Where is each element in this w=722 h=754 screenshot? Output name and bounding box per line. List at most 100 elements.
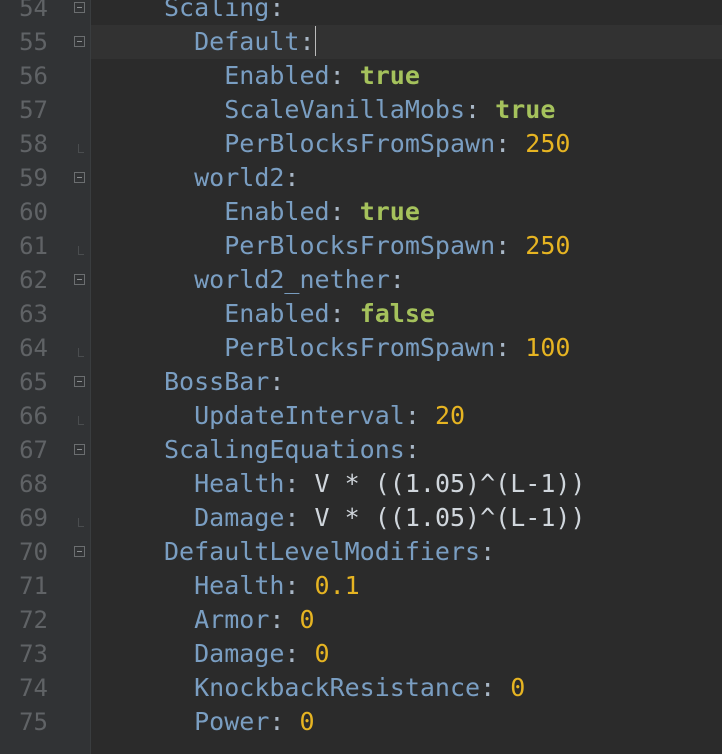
line-number: 66 xyxy=(19,402,48,430)
fold-end-icon xyxy=(78,246,84,255)
yaml-key: ScalingEquations xyxy=(164,435,405,464)
fold-toggle-icon[interactable] xyxy=(74,274,85,285)
code-line[interactable]: 74 KnockbackResistance: 0 xyxy=(0,671,722,705)
code-line[interactable]: 62 world2_nether: xyxy=(0,263,722,297)
colon: : xyxy=(269,605,285,634)
code-text[interactable]: Enabled: true xyxy=(91,59,722,93)
line-number: 54 xyxy=(19,0,48,22)
code-line[interactable]: 65 BossBar: xyxy=(0,365,722,399)
fold-toggle-icon[interactable] xyxy=(74,376,85,387)
code-line[interactable]: 72 Armor: 0 xyxy=(0,603,722,637)
fold-toggle-icon[interactable] xyxy=(74,546,85,557)
code-text[interactable]: Enabled: true xyxy=(91,195,722,229)
colon: : xyxy=(284,503,300,532)
fold-toggle-icon[interactable] xyxy=(74,36,85,47)
fold-end-icon xyxy=(78,144,84,153)
code-line[interactable]: 60 Enabled: true xyxy=(0,195,722,229)
line-number: 62 xyxy=(19,266,48,294)
code-text[interactable]: Damage: V * ((1.05)^(L-1)) xyxy=(91,501,722,535)
code-text[interactable]: UpdateInterval: 20 xyxy=(91,399,722,433)
code-line[interactable]: 73 Damage: 0 xyxy=(0,637,722,671)
colon: : xyxy=(329,299,345,328)
fold-toggle-icon[interactable] xyxy=(74,444,85,455)
code-line[interactable]: 63 Enabled: false xyxy=(0,297,722,331)
line-number: 55 xyxy=(19,28,48,56)
fold-toggle-icon[interactable] xyxy=(74,172,85,183)
yaml-value: V * ((1.05)^(L-1)) xyxy=(314,503,586,532)
yaml-value: 100 xyxy=(525,333,571,362)
code-line[interactable]: 71 Health: 0.1 xyxy=(0,569,722,603)
colon: : xyxy=(389,265,405,294)
code-text[interactable]: Power: 0 xyxy=(91,705,722,739)
code-line[interactable]: 69 Damage: V * ((1.05)^(L-1)) xyxy=(0,501,722,535)
yaml-key: Damage xyxy=(194,639,285,668)
code-line[interactable]: 59 world2: xyxy=(0,161,722,195)
colon: : xyxy=(404,401,420,430)
code-line[interactable]: 57 ScaleVanillaMobs: true xyxy=(0,93,722,127)
code-text[interactable]: Damage: 0 xyxy=(91,637,722,671)
code-text[interactable]: Default: xyxy=(91,25,722,59)
code-text[interactable]: world2: xyxy=(91,161,722,195)
yaml-value: true xyxy=(359,197,420,226)
yaml-key: Health xyxy=(194,469,285,498)
colon: : xyxy=(404,435,420,464)
code-text[interactable]: Health: V * ((1.05)^(L-1)) xyxy=(91,467,722,501)
code-line[interactable]: 58 PerBlocksFromSpawn: 250 xyxy=(0,127,722,161)
yaml-value: true xyxy=(359,61,420,90)
code-text[interactable]: Enabled: false xyxy=(91,297,722,331)
colon: : xyxy=(284,163,300,192)
code-line[interactable]: 54 Scaling: xyxy=(0,0,722,25)
code-text[interactable]: DefaultLevelModifiers: xyxy=(91,535,722,569)
line-number: 73 xyxy=(19,640,48,668)
line-number: 69 xyxy=(19,504,48,532)
colon: : xyxy=(480,673,496,702)
line-number: 56 xyxy=(19,62,48,90)
code-line[interactable]: 67 ScalingEquations: xyxy=(0,433,722,467)
code-line[interactable]: 61 PerBlocksFromSpawn: 250 xyxy=(0,229,722,263)
code-text[interactable]: PerBlocksFromSpawn: 250 xyxy=(91,127,722,161)
line-number: 68 xyxy=(19,470,48,498)
fold-toggle-icon[interactable] xyxy=(74,2,85,13)
code-line[interactable]: 75 Power: 0 xyxy=(0,705,722,739)
text-caret xyxy=(314,26,316,56)
colon: : xyxy=(495,129,511,158)
code-editor[interactable]: 54 Scaling: 55 Default: 56 Enabled: true 57 … xyxy=(0,0,722,754)
yaml-key: Armor xyxy=(194,605,270,634)
code-line[interactable]: 55 Default: xyxy=(0,25,722,59)
colon: : xyxy=(269,707,285,736)
yaml-key: PerBlocksFromSpawn xyxy=(224,129,496,158)
code-line[interactable]: 64 PerBlocksFromSpawn: 100 xyxy=(0,331,722,365)
code-line[interactable]: 70 DefaultLevelModifiers: xyxy=(0,535,722,569)
code-text[interactable]: BossBar: xyxy=(91,365,722,399)
yaml-key: BossBar xyxy=(164,367,270,396)
line-number: 74 xyxy=(19,674,48,702)
code-text[interactable]: world2_nether: xyxy=(91,263,722,297)
yaml-value: 0 xyxy=(314,639,330,668)
code-text[interactable]: Scaling: xyxy=(91,0,722,25)
code-text[interactable]: KnockbackResistance: 0 xyxy=(91,671,722,705)
line-number: 64 xyxy=(19,334,48,362)
yaml-value: 0 xyxy=(299,707,315,736)
code-text[interactable]: PerBlocksFromSpawn: 100 xyxy=(91,331,722,365)
code-text[interactable]: Health: 0.1 xyxy=(91,569,722,603)
colon: : xyxy=(269,367,285,396)
code-line[interactable]: 56 Enabled: true xyxy=(0,59,722,93)
line-number: 57 xyxy=(19,96,48,124)
code-text[interactable]: PerBlocksFromSpawn: 250 xyxy=(91,229,722,263)
code-line[interactable]: 66 UpdateInterval: 20 xyxy=(0,399,722,433)
code-text[interactable]: ScalingEquations: xyxy=(91,433,722,467)
code-line[interactable]: 68 Health: V * ((1.05)^(L-1)) xyxy=(0,467,722,501)
code-text[interactable]: ScaleVanillaMobs: true xyxy=(91,93,722,127)
yaml-value: 0.1 xyxy=(314,571,360,600)
code-text[interactable]: Armor: 0 xyxy=(91,603,722,637)
